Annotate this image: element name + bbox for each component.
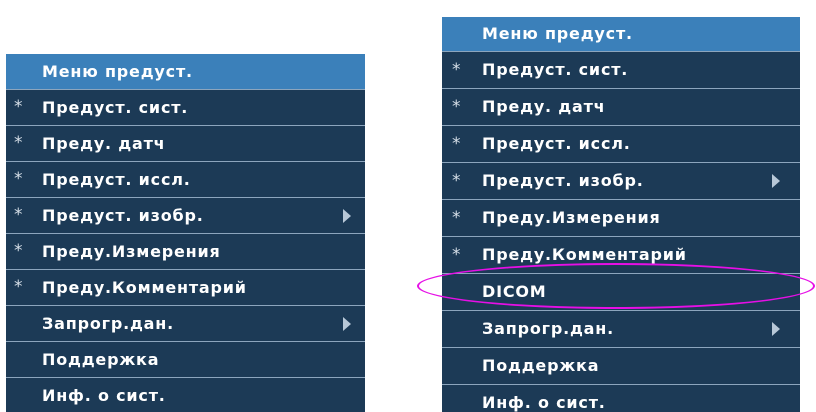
menu-item-programmed-data[interactable]: Запрогр.дан.	[442, 311, 800, 348]
menu-item-label: Преду. датч	[482, 97, 606, 116]
asterisk-icon: *	[14, 133, 24, 153]
menu-item-label: Предуст. изобр.	[482, 171, 644, 190]
menu-header-label: Меню предуст.	[482, 24, 633, 43]
menu-item-label: Предуст. изобр.	[42, 206, 204, 225]
asterisk-icon: *	[452, 60, 462, 80]
menu-item-label: Запрогр.дан.	[42, 314, 175, 333]
menu-item-label: Преду.Измерения	[42, 242, 221, 261]
menu-item-support[interactable]: Поддержка	[6, 342, 365, 378]
menu-item-measurement-preset[interactable]: * Преду.Измерения	[6, 234, 365, 270]
menu-item-label: DICOM	[482, 282, 547, 301]
asterisk-icon: *	[452, 245, 462, 265]
menu-item-label: Инф. о сист.	[42, 386, 166, 405]
menu-item-probe-preset[interactable]: * Преду. датч	[442, 89, 800, 126]
menu-item-image-preset[interactable]: * Предуст. изобр.	[442, 163, 800, 200]
submenu-arrow-icon	[343, 316, 351, 331]
preset-menu-right: Меню предуст. * Предуст. сист. * Преду. …	[442, 17, 800, 412]
asterisk-icon: *	[14, 169, 24, 189]
menu-item-system-preset[interactable]: * Предуст. сист.	[442, 52, 800, 89]
menu-header: Меню предуст.	[6, 54, 365, 90]
menu-item-label: Поддержка	[42, 350, 160, 369]
menu-item-label: Запрогр.дан.	[482, 319, 615, 338]
menu-item-label: Преду.Измерения	[482, 208, 661, 227]
menu-item-comment-preset[interactable]: * Преду.Комментарий	[6, 270, 365, 306]
asterisk-icon: *	[452, 134, 462, 154]
menu-item-label: Предуст. иссл.	[42, 170, 191, 189]
menu-item-label: Инф. о сист.	[482, 393, 606, 412]
asterisk-icon: *	[14, 277, 24, 297]
menu-item-comment-preset[interactable]: * Преду.Комментарий	[442, 237, 800, 274]
menu-item-label: Предуст. сист.	[42, 98, 189, 117]
menu-item-label: Предуст. иссл.	[482, 134, 631, 153]
asterisk-icon: *	[14, 241, 24, 261]
menu-item-label: Преду.Комментарий	[482, 245, 687, 264]
menu-item-label: Предуст. сист.	[482, 60, 629, 79]
menu-item-image-preset[interactable]: * Предуст. изобр.	[6, 198, 365, 234]
menu-item-system-info[interactable]: Инф. о сист.	[6, 378, 365, 412]
menu-item-label: Преду. датч	[42, 134, 166, 153]
submenu-arrow-icon	[772, 322, 780, 336]
asterisk-icon: *	[452, 171, 462, 191]
menu-item-support[interactable]: Поддержка	[442, 348, 800, 385]
asterisk-icon: *	[452, 208, 462, 228]
menu-header-label: Меню предуст.	[42, 62, 193, 81]
menu-item-exam-preset[interactable]: * Предуст. иссл.	[442, 126, 800, 163]
menu-item-label: Поддержка	[482, 356, 600, 375]
menu-item-label: Преду.Комментарий	[42, 278, 247, 297]
menu-item-system-info[interactable]: Инф. о сист.	[442, 385, 800, 412]
menu-item-programmed-data[interactable]: Запрогр.дан.	[6, 306, 365, 342]
asterisk-icon: *	[452, 97, 462, 117]
preset-menu-left: Меню предуст. * Предуст. сист. * Преду. …	[6, 54, 365, 412]
menu-header: Меню предуст.	[442, 17, 800, 52]
submenu-arrow-icon	[343, 208, 351, 223]
asterisk-icon: *	[14, 205, 24, 225]
submenu-arrow-icon	[772, 174, 780, 188]
menu-item-exam-preset[interactable]: * Предуст. иссл.	[6, 162, 365, 198]
menu-item-dicom[interactable]: DICOM	[442, 274, 800, 311]
asterisk-icon: *	[14, 97, 24, 117]
menu-item-measurement-preset[interactable]: * Преду.Измерения	[442, 200, 800, 237]
menu-item-probe-preset[interactable]: * Преду. датч	[6, 126, 365, 162]
menu-item-system-preset[interactable]: * Предуст. сист.	[6, 90, 365, 126]
